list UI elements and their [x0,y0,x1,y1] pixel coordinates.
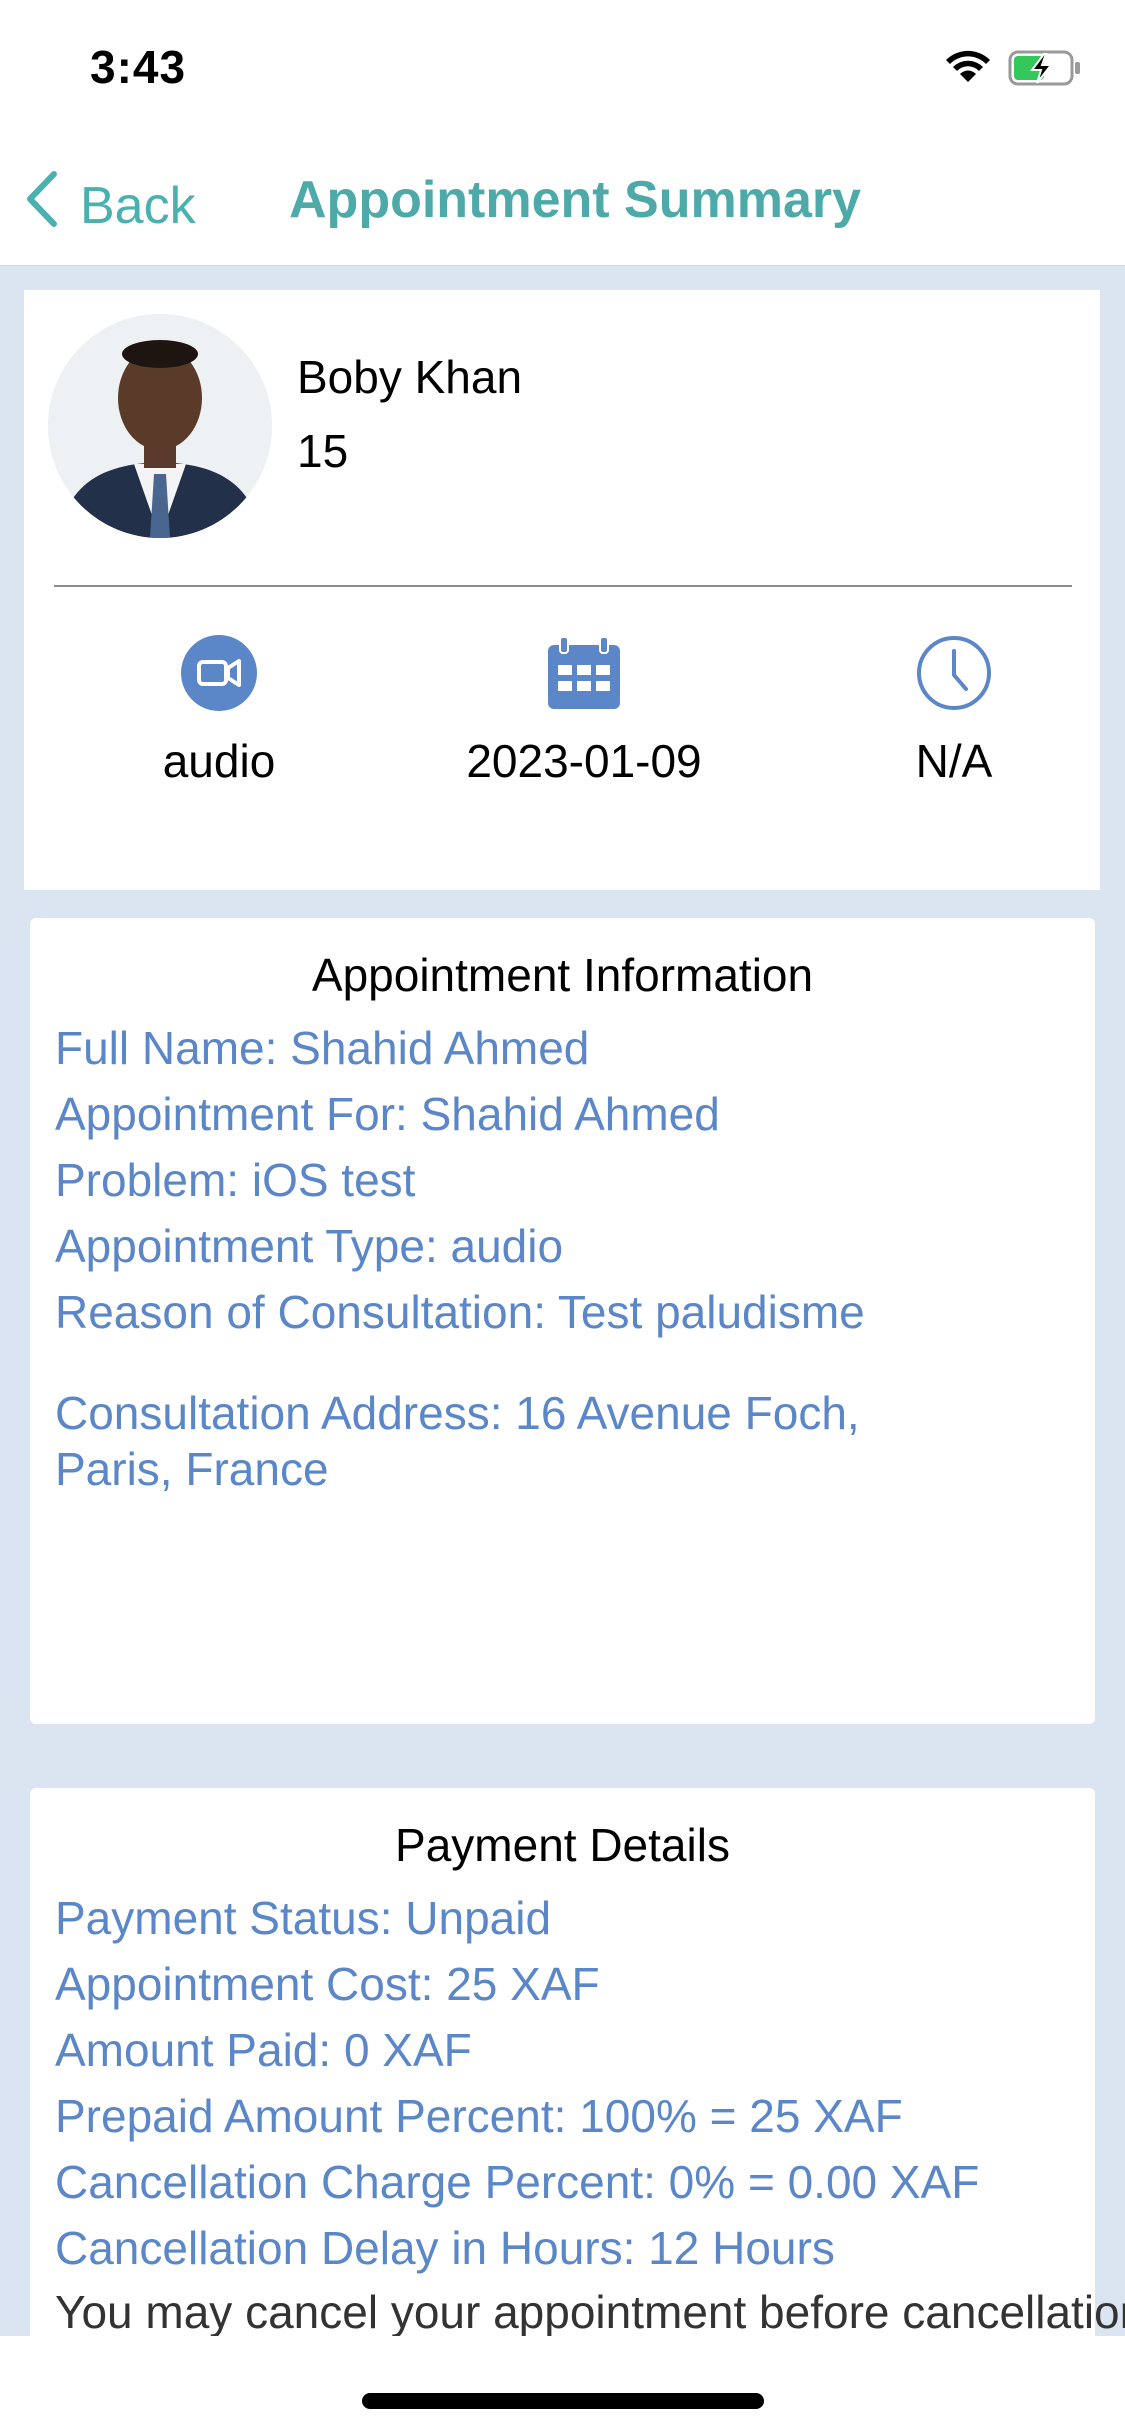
appointment-date-label: 2023-01-09 [466,735,702,787]
cancellation-charge-text: Cancellation Charge Percent: 0% = 0.00 X… [55,2156,980,2208]
wifi-icon [945,48,991,89]
payment-details-card: Payment Details Payment Status: Unpaid A… [30,1788,1125,2336]
doctor-sub: 15 [297,425,349,477]
home-indicator-area [0,2336,1125,2436]
appointment-information-card: Appointment Information Full Name: Shahi… [30,918,1095,1724]
battery-charging-icon [1008,50,1082,91]
appointment-for-text: Appointment For: Shahid Ahmed [55,1088,720,1140]
avatar [48,314,272,538]
status-time: 3:43 [90,41,187,93]
appointment-type-item: audio [114,635,324,788]
payment-details-title: Payment Details [395,1819,730,1871]
content-area[interactable]: Boby Khan 15 audio 2023-01-09 N/A Appoin… [0,266,1125,2336]
payment-status-text: Payment Status: Unpaid [55,1892,552,1944]
full-name-text: Full Name: Shahid Ahmed [55,1022,590,1074]
appointment-type-label: audio [162,735,276,787]
appointment-cost-text: Appointment Cost: 25 XAF [55,1958,600,2010]
home-indicator[interactable] [362,2393,764,2409]
divider [54,585,1072,587]
appointment-type-text: Appointment Type: audio [55,1220,564,1272]
video-camera-icon [181,635,257,711]
reason-text: Reason of Consultation: Test paludisme [55,1286,865,1338]
status-bar: 3:43 [0,0,1125,140]
page-title: Appointment Summary [289,171,862,229]
calendar-icon [548,636,620,709]
navigation-bar: Back Appointment Summary [0,140,1125,266]
back-button[interactable]: Back [24,170,196,241]
back-label: Back [80,176,196,235]
doctor-card: Boby Khan 15 audio 2023-01-09 N/A [24,290,1100,890]
consultation-address-line2: Paris, France [55,1443,329,1495]
appointment-date-item: 2023-01-09 [414,635,754,788]
appointment-time-label: N/A [915,735,993,787]
prepaid-percent-text: Prepaid Amount Percent: 100% = 25 XAF [55,2090,903,2142]
appointment-information-title: Appointment Information [311,949,814,1001]
cancellation-delay-text: Cancellation Delay in Hours: 12 Hours [55,2222,835,2274]
consultation-address-line1: Consultation Address: 16 Avenue Foch, [55,1387,860,1439]
appointment-time-item: N/A [844,635,1064,788]
doctor-name: Boby Khan [297,351,523,403]
chevron-left-icon [24,170,58,241]
cancellation-note-text: You may cancel your appointment before c… [55,2286,1125,2336]
problem-text: Problem: iOS test [55,1154,416,1206]
clock-icon [917,636,991,710]
amount-paid-text: Amount Paid: 0 XAF [55,2024,472,2076]
